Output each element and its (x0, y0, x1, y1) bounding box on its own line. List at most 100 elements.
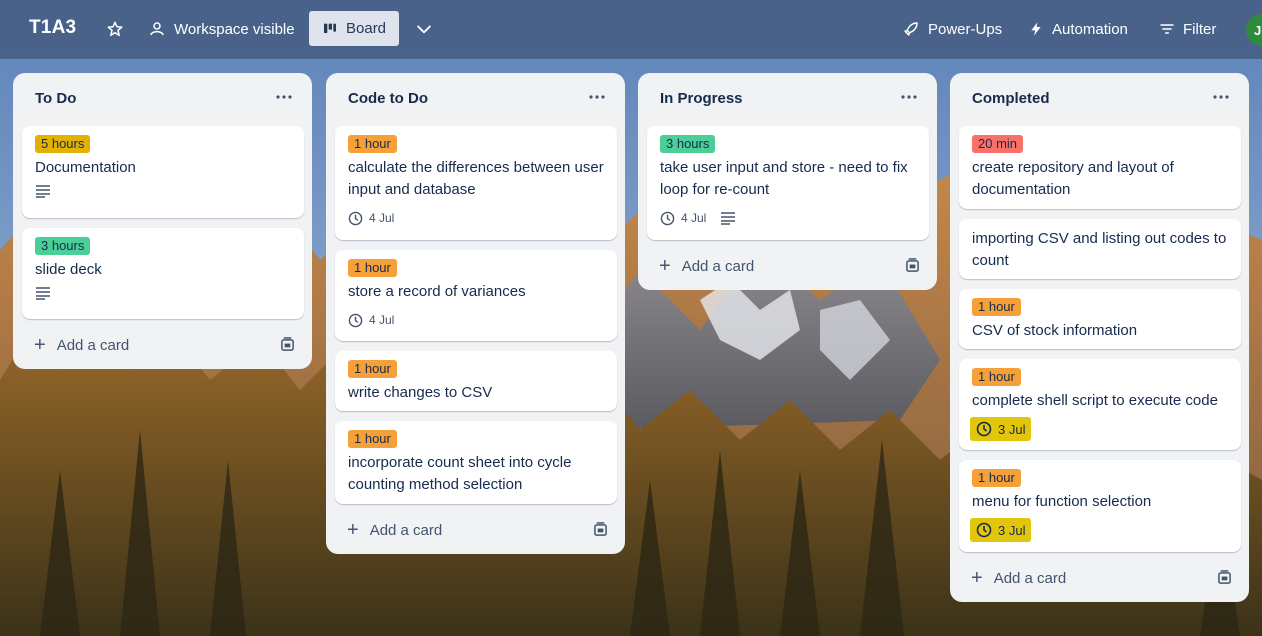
list-title[interactable]: Completed (972, 90, 1050, 107)
plus-icon: + (971, 567, 983, 589)
card-label: 1 hour (348, 360, 397, 378)
card-label: 1 hour (348, 259, 397, 277)
card-title: take user input and store - need to fix … (660, 159, 908, 198)
card[interactable]: importing CSV and listing out codes to c… (959, 219, 1241, 279)
card[interactable]: 3 hours slide deck (22, 228, 304, 319)
card-label: 20 min (972, 135, 1024, 153)
list-header: Completed (950, 73, 1249, 125)
card[interactable]: 1 hour incorporate count sheet into cycl… (335, 421, 617, 504)
powerups-button[interactable]: Power-Ups (896, 12, 1008, 46)
card[interactable]: 1 hour CSV of stock information (959, 289, 1241, 349)
more-icon[interactable] (897, 87, 921, 107)
card[interactable]: 1 hour write changes to CSV (335, 351, 617, 411)
card[interactable]: 1 hour menu for function selection 3 Jul (959, 460, 1241, 552)
card-title: menu for function selection (972, 493, 1152, 510)
card-label: 1 hour (972, 298, 1021, 316)
card-label: 1 hour (972, 368, 1021, 386)
list-completed: Completed 20 min create repository and l… (950, 73, 1249, 602)
card[interactable]: 1 hour complete shell script to execute … (959, 359, 1241, 450)
clock-icon (348, 313, 363, 327)
due-date-badge[interactable]: 3 Jul (970, 417, 1032, 441)
people-icon (148, 20, 166, 38)
card-label: 1 hour (348, 430, 397, 448)
list-code-to-do: Code to Do 1 hour calculate the differen… (326, 73, 625, 554)
card-label: 3 hours (660, 135, 716, 153)
card-title: slide deck (35, 261, 102, 278)
add-card-label: Add a card (993, 569, 1067, 587)
automation-button[interactable]: Automation (1022, 12, 1134, 46)
lightning-icon (1028, 20, 1044, 38)
due-date-text: 3 Jul (998, 522, 1026, 538)
board-view-label: Board (346, 20, 387, 37)
plus-icon: + (659, 255, 671, 277)
card[interactable]: 1 hour calculate the differences between… (335, 126, 617, 240)
card-title: store a record of variances (348, 283, 526, 300)
visibility-button[interactable]: Workspace visible (142, 12, 301, 46)
template-icon[interactable] (280, 337, 295, 356)
due-date-badge[interactable]: 4 Jul (348, 308, 394, 332)
add-card-button[interactable]: + Add a card (959, 562, 1240, 594)
more-icon[interactable] (1209, 87, 1233, 107)
card[interactable]: 5 hours Documentation (22, 126, 304, 218)
board-title[interactable]: T1A3 (29, 17, 76, 39)
due-date-text: 4 Jul (369, 313, 395, 327)
plus-icon: + (34, 334, 46, 356)
list-in-progress: In Progress 3 hours take user input and … (638, 73, 937, 290)
powerups-label: Power-Ups (928, 20, 1003, 38)
due-date-badge[interactable]: 4 Jul (348, 206, 394, 230)
due-date-badge[interactable]: 3 Jul (970, 518, 1032, 542)
more-icon[interactable] (272, 87, 296, 107)
clock-icon (976, 522, 992, 538)
card-badges: 3 Jul (970, 518, 1032, 542)
more-icon[interactable] (585, 87, 609, 107)
visibility-label: Workspace visible (174, 20, 295, 38)
clock-icon (348, 211, 363, 225)
card-badges: 4 Jul (348, 206, 394, 230)
view-switcher-button[interactable] (408, 12, 440, 46)
clock-icon (660, 211, 675, 225)
filter-button[interactable]: Filter (1153, 12, 1222, 46)
list-to-do: To Do 5 hours Documentation 3 hours slid… (13, 73, 312, 369)
due-date-text: 4 Jul (681, 211, 707, 225)
due-date-badge[interactable]: 4 Jul (660, 206, 706, 230)
card-label: 5 hours (35, 135, 91, 153)
add-card-button[interactable]: + Add a card (335, 514, 616, 546)
card-badges (35, 184, 51, 198)
list-header: Code to Do (326, 73, 625, 125)
card-title: write changes to CSV (348, 384, 493, 401)
due-date-text: 3 Jul (998, 421, 1026, 437)
add-card-button[interactable]: + Add a card (22, 329, 303, 361)
list-title[interactable]: Code to Do (348, 90, 428, 107)
card[interactable]: 20 min create repository and layout of d… (959, 126, 1241, 209)
card-title: create repository and layout of document… (972, 159, 1174, 198)
card-title: incorporate count sheet into cycle count… (348, 454, 572, 493)
add-card-label: Add a card (681, 257, 755, 275)
card-title: importing CSV and listing out codes to c… (972, 230, 1227, 269)
card-badges: 4 Jul (660, 206, 736, 230)
due-date-text: 4 Jul (369, 211, 395, 225)
template-icon[interactable] (593, 522, 608, 541)
add-card-button[interactable]: + Add a card (647, 250, 928, 282)
star-icon (106, 20, 124, 38)
description-icon (35, 286, 51, 300)
star-button[interactable] (100, 12, 130, 46)
card-badges: 3 Jul (970, 417, 1032, 441)
card-title: calculate the differences between user i… (348, 159, 604, 198)
card[interactable]: 1 hour store a record of variances 4 Jul (335, 250, 617, 341)
description-icon (720, 211, 736, 225)
card-title: CSV of stock information (972, 322, 1138, 339)
rocket-icon (902, 20, 920, 38)
automation-label: Automation (1052, 20, 1128, 38)
board-view-button[interactable]: Board (309, 11, 400, 46)
add-card-label: Add a card (369, 521, 443, 539)
list-header: In Progress (638, 73, 937, 125)
list-title[interactable]: In Progress (660, 90, 743, 107)
list-title[interactable]: To Do (35, 90, 76, 107)
card-title: complete shell script to execute code (972, 392, 1218, 409)
template-icon[interactable] (1217, 570, 1232, 589)
template-icon[interactable] (905, 258, 920, 277)
avatar[interactable]: J (1246, 14, 1262, 46)
card-label: 1 hour (972, 469, 1021, 487)
board-icon (322, 21, 338, 37)
card[interactable]: 3 hours take user input and store - need… (647, 126, 929, 240)
